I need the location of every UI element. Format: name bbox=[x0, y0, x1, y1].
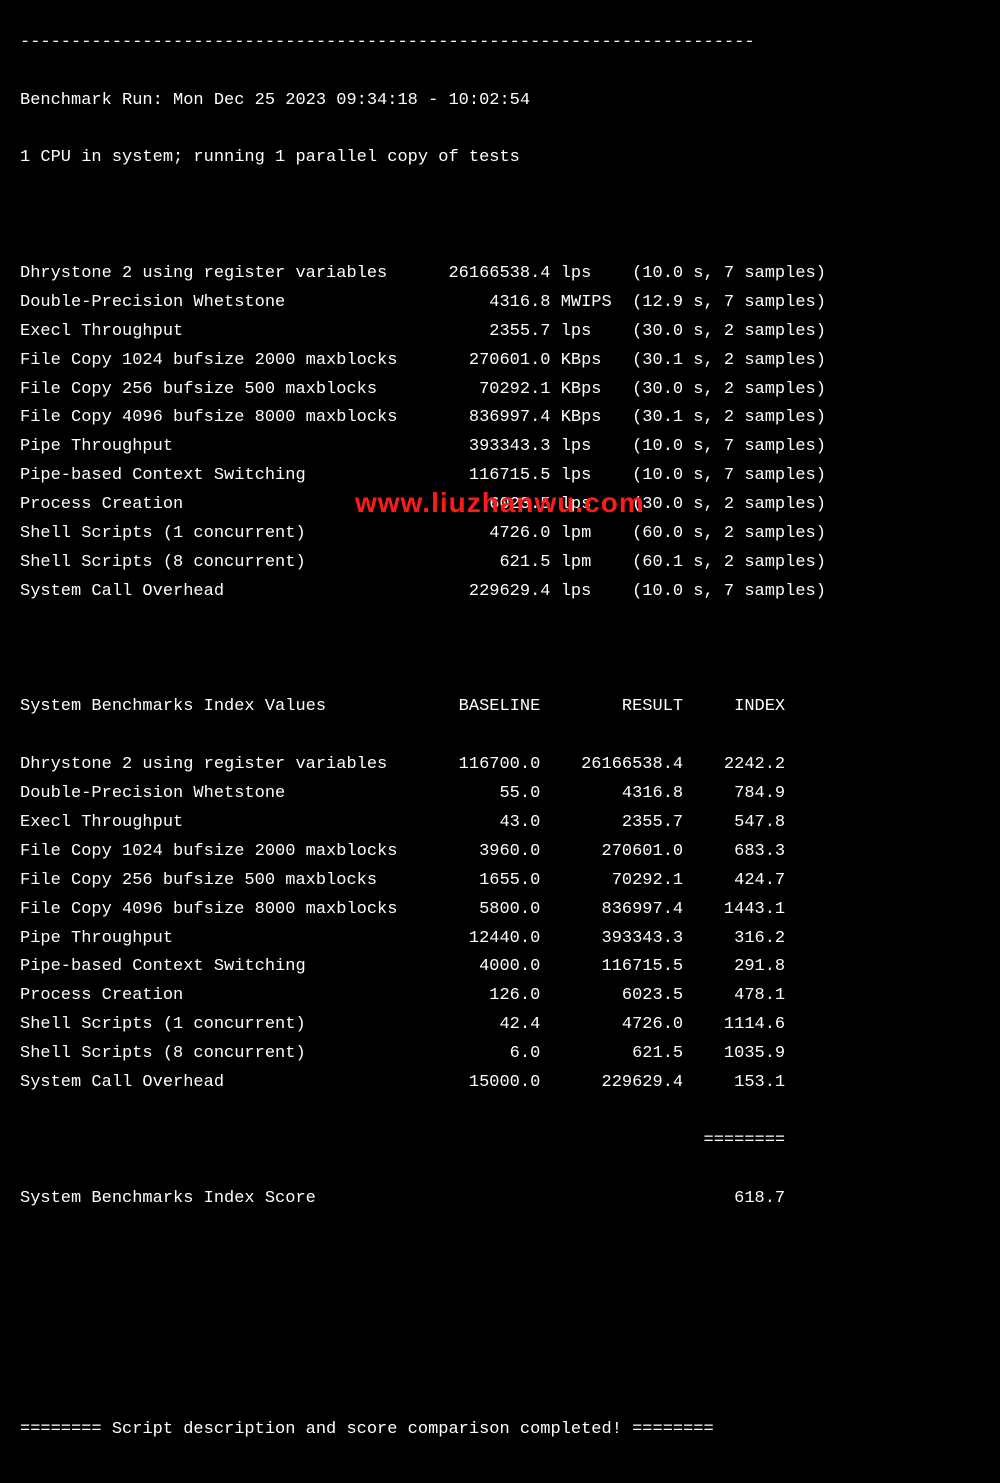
result-line: Shell Scripts (1 concurrent) 4726.0 lpm … bbox=[20, 520, 980, 549]
divider-line: ----------------------------------------… bbox=[20, 29, 980, 58]
result-line: Shell Scripts (8 concurrent) 621.5 lpm (… bbox=[20, 549, 980, 578]
blank-line bbox=[20, 636, 980, 665]
index-line: Shell Scripts (1 concurrent) 42.4 4726.0… bbox=[20, 1011, 980, 1040]
result-line: File Copy 4096 bufsize 8000 maxblocks 83… bbox=[20, 404, 980, 433]
index-line: Pipe Throughput 12440.0 393343.3 316.2 bbox=[20, 925, 980, 954]
result-line: File Copy 256 bufsize 500 maxblocks 7029… bbox=[20, 376, 980, 405]
index-line: Dhrystone 2 using register variables 116… bbox=[20, 751, 980, 780]
result-line: Double-Precision Whetstone 4316.8 MWIPS … bbox=[20, 289, 980, 318]
footer-line: ======== Script description and score co… bbox=[20, 1416, 980, 1445]
index-line: Pipe-based Context Switching 4000.0 1167… bbox=[20, 953, 980, 982]
result-line: Process Creation 6023.5 lps (30.0 s, 2 s… bbox=[20, 491, 980, 520]
index-line: Execl Throughput 43.0 2355.7 547.8 bbox=[20, 809, 980, 838]
index-line: System Call Overhead 15000.0 229629.4 15… bbox=[20, 1069, 980, 1098]
result-line: Pipe-based Context Switching 116715.5 lp… bbox=[20, 462, 980, 491]
blank-line bbox=[20, 1242, 980, 1271]
result-line: Dhrystone 2 using register variables 261… bbox=[20, 260, 980, 289]
score-divider: ======== bbox=[20, 1127, 980, 1156]
result-line: File Copy 1024 bufsize 2000 maxblocks 27… bbox=[20, 347, 980, 376]
index-line: Shell Scripts (8 concurrent) 6.0 621.5 1… bbox=[20, 1040, 980, 1069]
blank-line bbox=[20, 202, 980, 231]
result-line: Execl Throughput 2355.7 lps (30.0 s, 2 s… bbox=[20, 318, 980, 347]
result-line: Pipe Throughput 393343.3 lps (10.0 s, 7 … bbox=[20, 433, 980, 462]
index-block: Dhrystone 2 using register variables 116… bbox=[20, 751, 980, 1098]
cpu-line: 1 CPU in system; running 1 parallel copy… bbox=[20, 144, 980, 173]
index-line: File Copy 4096 bufsize 8000 maxblocks 58… bbox=[20, 896, 980, 925]
blank-line bbox=[20, 1300, 980, 1329]
score-line: System Benchmarks Index Score 618.7 bbox=[20, 1185, 980, 1214]
result-line: System Call Overhead 229629.4 lps (10.0 … bbox=[20, 578, 980, 607]
blank-line bbox=[20, 1358, 980, 1387]
index-header-line: System Benchmarks Index Values BASELINE … bbox=[20, 693, 980, 722]
index-line: File Copy 256 bufsize 500 maxblocks 1655… bbox=[20, 867, 980, 896]
terminal-output: ----------------------------------------… bbox=[0, 0, 1000, 1483]
index-line: Double-Precision Whetstone 55.0 4316.8 7… bbox=[20, 780, 980, 809]
benchmark-run-line: Benchmark Run: Mon Dec 25 2023 09:34:18 … bbox=[20, 87, 980, 116]
results-block: Dhrystone 2 using register variables 261… bbox=[20, 260, 980, 607]
index-line: File Copy 1024 bufsize 2000 maxblocks 39… bbox=[20, 838, 980, 867]
